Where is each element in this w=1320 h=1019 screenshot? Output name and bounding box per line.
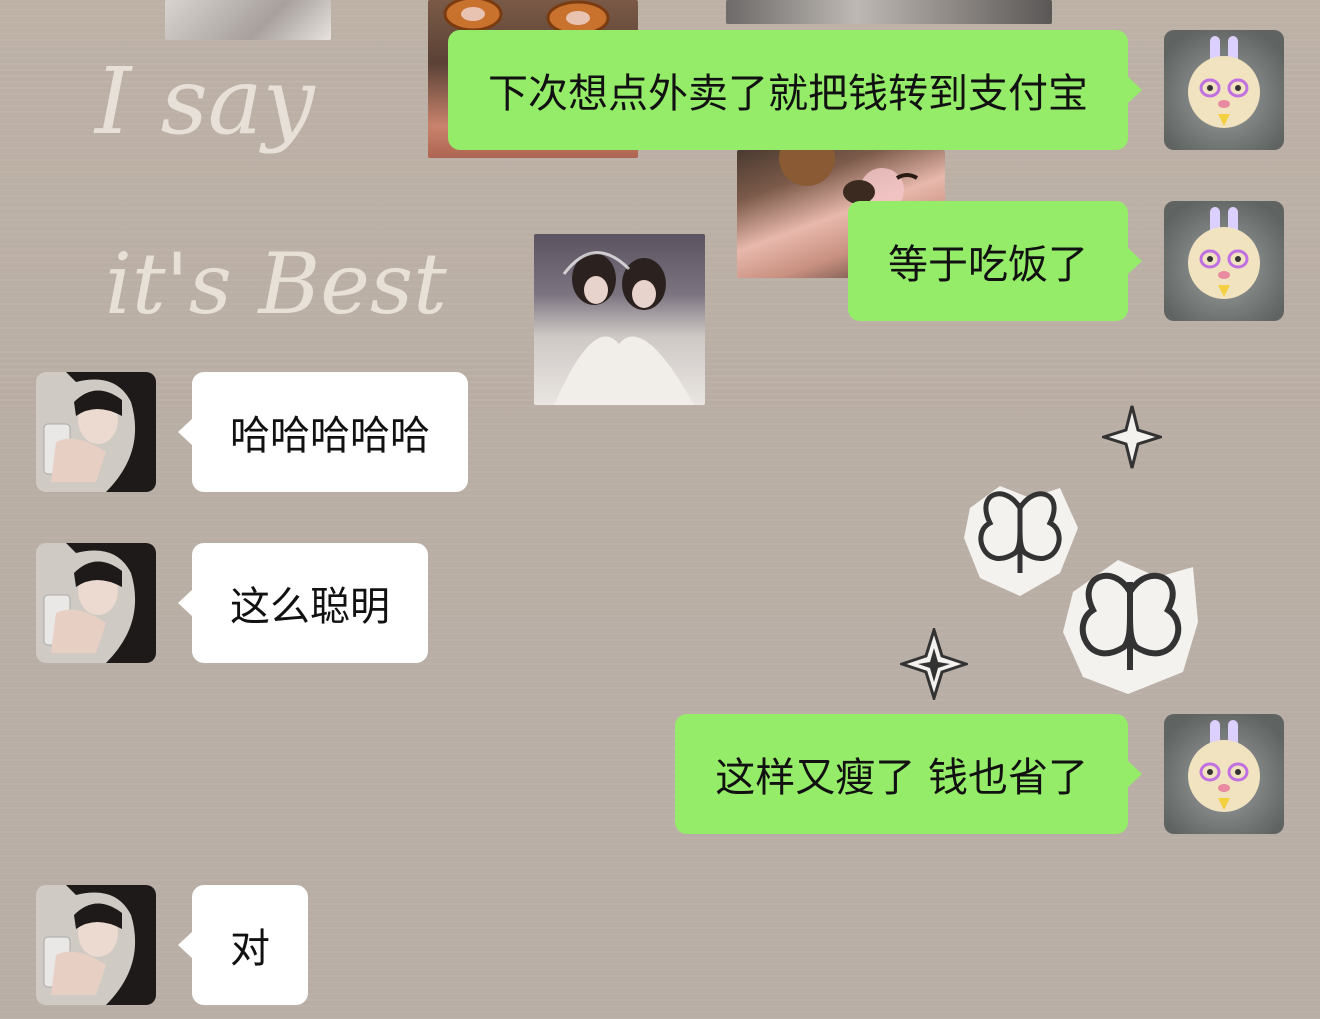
rabbit-cartoon-avatar-icon: [1164, 714, 1284, 834]
message-bubble-sent[interactable]: 下次想点外卖了就把钱转到支付宝: [448, 30, 1142, 150]
wallpaper-text-i-say: I say: [95, 48, 315, 155]
girl-photo-avatar-icon: [36, 885, 156, 1005]
wallpaper-photo-top-left: [165, 0, 331, 40]
contact-avatar[interactable]: [36, 543, 156, 663]
message-text: 这么聪明: [230, 584, 390, 630]
butterfly-sticker-icon: [1063, 560, 1198, 694]
chat-background: I say it's Best 下次想点外卖了就把钱转到支付宝 等于吃饭了 哈哈…: [0, 0, 1320, 1019]
wallpaper-photo-dress: [726, 0, 1052, 24]
message-text: 哈哈哈哈哈: [230, 413, 430, 459]
rabbit-cartoon-avatar-icon: [1164, 201, 1284, 321]
message-text: 对: [230, 926, 270, 972]
wallpaper-text-its-best: it's Best: [105, 235, 447, 333]
message-text: 等于吃饭了: [888, 242, 1088, 288]
message-text: 下次想点外卖了就把钱转到支付宝: [488, 71, 1088, 117]
sparkle-star-icon: [1102, 405, 1162, 469]
message-bubble-received[interactable]: 对: [178, 885, 308, 1005]
sparkle-star-icon: [900, 628, 968, 700]
self-avatar[interactable]: [1164, 714, 1284, 834]
message-bubble-sent[interactable]: 等于吃饭了: [848, 201, 1142, 321]
message-bubble-sent[interactable]: 这样又瘦了 钱也省了: [675, 714, 1142, 834]
message-text: 这样又瘦了 钱也省了: [715, 755, 1088, 801]
self-avatar[interactable]: [1164, 201, 1284, 321]
contact-avatar[interactable]: [36, 372, 156, 492]
girl-photo-avatar-icon: [36, 543, 156, 663]
message-bubble-received[interactable]: 这么聪明: [178, 543, 428, 663]
girl-photo-avatar-icon: [36, 372, 156, 492]
contact-avatar[interactable]: [36, 885, 156, 1005]
self-avatar[interactable]: [1164, 30, 1284, 150]
message-bubble-received[interactable]: 哈哈哈哈哈: [178, 372, 468, 492]
wallpaper-photo-brides: [534, 234, 705, 405]
rabbit-cartoon-avatar-icon: [1164, 30, 1284, 150]
